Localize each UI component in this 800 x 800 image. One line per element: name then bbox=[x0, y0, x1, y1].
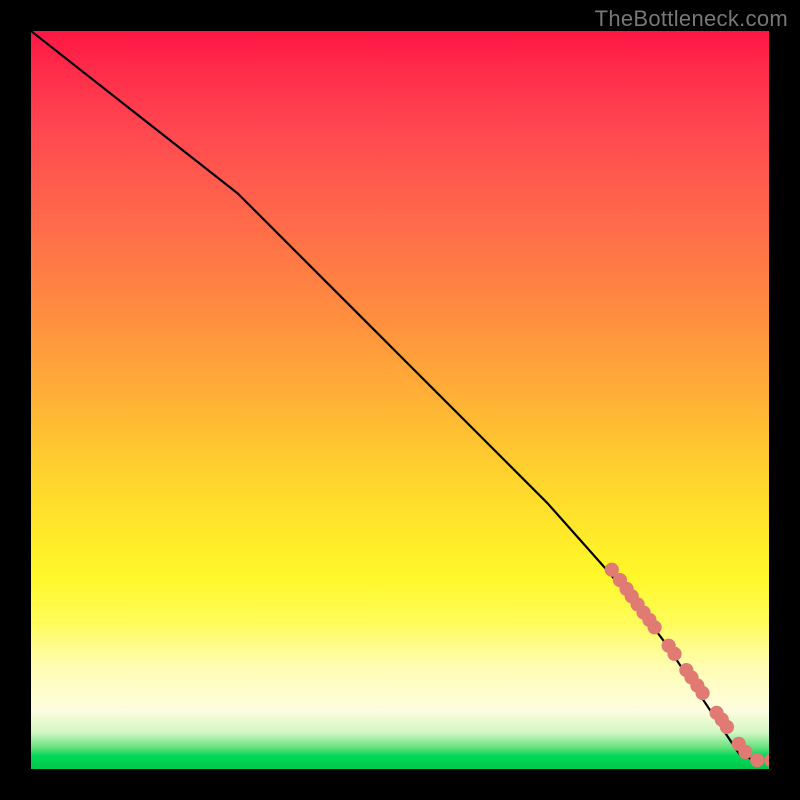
data-points bbox=[605, 563, 769, 768]
point-p17 bbox=[720, 720, 734, 734]
chart-frame: TheBottleneck.com bbox=[0, 0, 800, 800]
point-p19 bbox=[738, 745, 752, 759]
point-p21 bbox=[764, 753, 769, 767]
point-p10 bbox=[667, 647, 681, 661]
chart-overlay bbox=[31, 31, 769, 769]
point-p8 bbox=[648, 620, 662, 634]
watermark-text: TheBottleneck.com bbox=[595, 6, 788, 32]
point-p14 bbox=[695, 686, 709, 700]
point-p20 bbox=[750, 753, 764, 767]
plot-area bbox=[31, 31, 769, 769]
bottleneck-curve bbox=[31, 31, 769, 760]
